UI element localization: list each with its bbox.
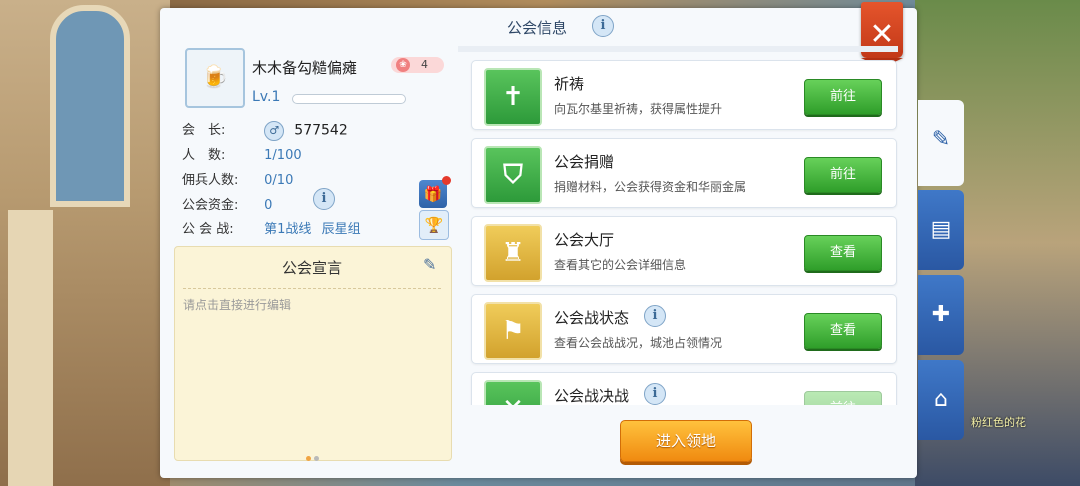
war-group: 辰星组 xyxy=(321,222,361,237)
guild-level: Lv.1 xyxy=(252,89,281,105)
people-value: 1/100 xyxy=(264,148,302,163)
mercenary-value: 0/10 xyxy=(264,173,294,188)
tab-guild-church[interactable]: ✚ xyxy=(918,275,964,355)
leader-id[interactable]: 577542 xyxy=(294,123,347,139)
war-final-go-button[interactable]: 前往 xyxy=(804,391,882,405)
donate-go-button[interactable]: 前往 xyxy=(804,157,882,193)
feature-list[interactable]: ✝ 祈祷 向瓦尔基里祈祷，获得属性提升 前往 ⛉ 公会捐赠 捐赠材料，公会获得资… xyxy=(458,46,898,405)
guild-info-dialog: 公会信息 i ✕ 🍺 木木备勾糙偏瘫 ❀ 4 Lv.1 会 长: ♂ 57754… xyxy=(160,2,917,478)
edit-note-icon: ✎ xyxy=(931,127,951,152)
funds-row: 公会资金: 0 xyxy=(182,194,272,213)
tab-guild-home[interactable]: ⌂ xyxy=(918,360,964,440)
item-desc: 捐赠材料，公会获得资金和华丽金属 xyxy=(554,180,747,194)
mercenary-row: 佣兵人数: 0/10 xyxy=(182,169,293,188)
leader-label: 会 长: xyxy=(182,123,226,138)
page-dot-active xyxy=(306,456,311,461)
page-indicator xyxy=(306,446,322,465)
member-count-badge: ❀ 4 xyxy=(391,57,444,73)
guild-war-label: 公 会 战: xyxy=(182,222,234,237)
funds-label: 公会资金: xyxy=(182,198,239,213)
item-title: 祈祷 xyxy=(554,75,585,93)
pray-go-button[interactable]: 前往 xyxy=(804,79,882,115)
cross-icon: ✚ xyxy=(931,302,951,327)
tab-guild-info[interactable]: ✎ xyxy=(918,100,964,186)
item-title: 公会战决战 xyxy=(554,387,630,405)
war-line-link[interactable]: 第1战线 xyxy=(264,222,311,237)
guild-name: 木木备勾糙偏瘫 xyxy=(252,59,358,77)
manifesto-title: 公会宣言 xyxy=(282,259,343,277)
edit-icon[interactable]: ✎ xyxy=(423,255,436,274)
background-window xyxy=(50,5,130,207)
background-pillar xyxy=(8,210,53,486)
guild-war-row: 公 会 战: 第1战线 辰星组 xyxy=(182,218,361,237)
item-title: 公会战状态 xyxy=(554,309,630,327)
item-desc: 查看公会战战况，城池占领情况 xyxy=(554,336,723,350)
gift-icon: 🎁 xyxy=(423,185,443,203)
manifesto-placeholder[interactable]: 请点击直接进行编辑 xyxy=(183,296,291,313)
tab-member-list[interactable]: ▤ xyxy=(918,190,964,270)
notification-dot xyxy=(442,176,451,185)
guild-emblem[interactable]: 🍺 xyxy=(185,48,245,108)
item-title: 公会大厅 xyxy=(554,231,615,249)
trophy-icon: 🏆 xyxy=(424,216,444,234)
donate-icon: ⛉ xyxy=(484,146,542,204)
item-desc: 查看其它的公会详细信息 xyxy=(554,258,687,272)
fortress-flag-icon: ⚑ xyxy=(484,302,542,360)
crossed-swords-icon: ✕ xyxy=(484,380,542,405)
list-item-hall: ♜ 公会大厅 查看其它的公会详细信息 查看 xyxy=(471,216,897,286)
leader-row: 会 长: ♂ 577542 xyxy=(182,119,348,141)
war-status-info-icon[interactable]: i xyxy=(644,305,666,327)
funds-value: 0 xyxy=(264,198,273,213)
people-label: 人 数: xyxy=(182,148,226,163)
mercenary-label: 佣兵人数: xyxy=(182,173,239,188)
list-top-edge xyxy=(458,46,898,52)
trophy-button[interactable]: 🏆 xyxy=(419,210,449,240)
people-row: 人 数: 1/100 xyxy=(182,144,302,163)
manifesto-divider xyxy=(183,288,441,289)
male-icon: ♂ xyxy=(264,120,285,141)
scene-flower-label[interactable]: 粉红色的花 xyxy=(971,414,1026,430)
manifesto-panel[interactable]: 公会宣言 ✎ 请点击直接进行编辑 xyxy=(174,246,452,461)
contacts-book-icon: ▤ xyxy=(930,217,952,242)
pray-icon: ✝ xyxy=(484,68,542,126)
funds-info-icon[interactable]: i xyxy=(313,188,335,210)
level-progress-bar xyxy=(292,94,406,104)
war-final-info-icon[interactable]: i xyxy=(644,383,666,405)
item-desc: 向瓦尔基里祈祷，获得属性提升 xyxy=(554,102,723,116)
badge-count: 4 xyxy=(421,58,428,71)
list-item-donate: ⛉ 公会捐赠 捐赠材料，公会获得资金和华丽金属 前往 xyxy=(471,138,897,208)
castle-icon: ♜ xyxy=(484,224,542,282)
house-icon: ⌂ xyxy=(934,387,948,412)
item-title: 公会捐赠 xyxy=(554,153,615,171)
list-item-war-final: ✕ 公会战决战 i 前往 xyxy=(471,372,897,405)
dialog-title: 公会信息 xyxy=(507,19,568,37)
page-dot xyxy=(314,456,319,461)
list-item-pray: ✝ 祈祷 向瓦尔基里祈祷，获得属性提升 前往 xyxy=(471,60,897,130)
war-status-view-button[interactable]: 查看 xyxy=(804,313,882,349)
badge-icon: ❀ xyxy=(396,58,410,72)
gift-button[interactable]: 🎁 xyxy=(419,176,451,208)
list-item-war-status: ⚑ 公会战状态 i 查看公会战战况，城池占领情况 查看 xyxy=(471,294,897,364)
background-building xyxy=(0,0,170,486)
title-info-icon[interactable]: i xyxy=(592,15,614,37)
dialog-header: 公会信息 i xyxy=(160,8,917,46)
hall-view-button[interactable]: 查看 xyxy=(804,235,882,271)
enter-territory-button[interactable]: 进入领地 xyxy=(620,420,752,462)
beer-mug-icon: 🍺 xyxy=(201,65,229,90)
